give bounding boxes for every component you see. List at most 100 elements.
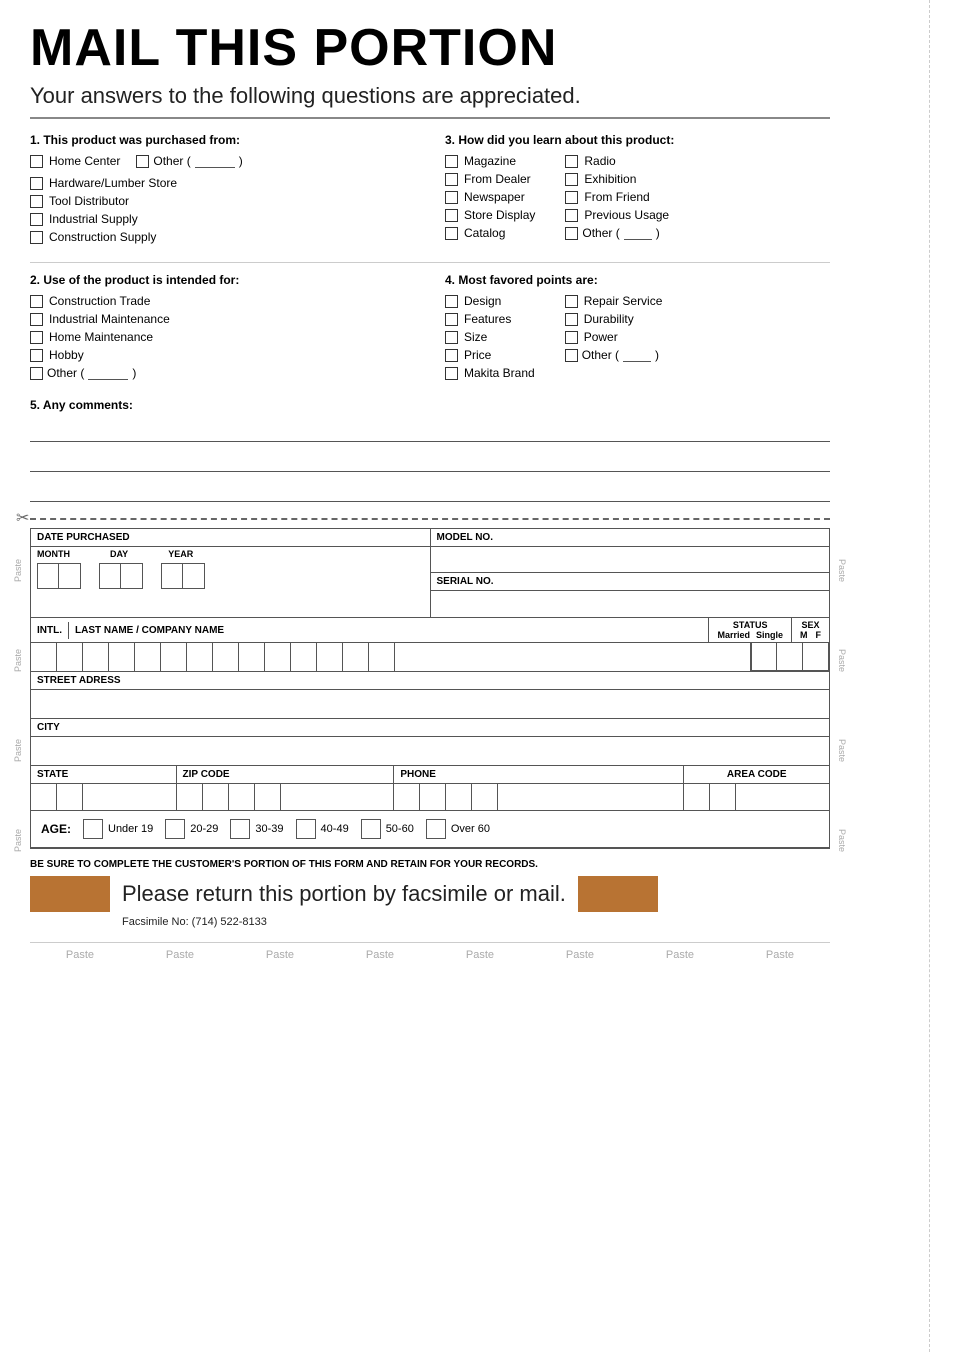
q1-construction-checkbox[interactable] [30,231,43,244]
age-over60-label: Over 60 [451,823,490,835]
age-40-49-checkbox[interactable] [296,819,316,839]
name-box[interactable] [369,643,395,671]
name-box[interactable] [187,643,213,671]
q1-industrial-label: Industrial Supply [49,212,138,226]
q2-construction-cb[interactable] [30,295,43,308]
phone-box[interactable] [394,784,420,810]
name-box[interactable] [395,643,421,671]
q1-hardware-checkbox[interactable] [30,177,43,190]
q3-newspaper-cb[interactable] [445,191,458,204]
q1-home-center-checkbox[interactable] [30,155,43,168]
age-30-39-checkbox[interactable] [230,819,250,839]
q4-other-cb[interactable] [565,349,578,362]
day-box-2[interactable] [121,563,143,589]
name-box[interactable] [265,643,291,671]
phone-box[interactable] [446,784,472,810]
street-input[interactable] [31,690,829,718]
q4-price-cb[interactable] [445,349,458,362]
age-under19-checkbox[interactable] [83,819,103,839]
phone-box[interactable] [498,784,524,810]
q1-tool-dist-checkbox[interactable] [30,195,43,208]
paste-right-3: Paste [837,739,847,762]
q2-hobby-cb[interactable] [30,349,43,362]
day-box-1[interactable] [99,563,121,589]
city-input[interactable] [31,737,829,765]
name-box[interactable] [109,643,135,671]
q3-store-display-cb[interactable] [445,209,458,222]
zip-box[interactable] [229,784,255,810]
q4-label: 4. Most favored points are: [445,273,830,287]
paste-bottom-6: Paste [566,949,594,961]
name-box[interactable] [135,643,161,671]
age-20-29-checkbox[interactable] [165,819,185,839]
zip-box[interactable] [281,784,307,810]
phone-box[interactable] [420,784,446,810]
month-box-2[interactable] [59,563,81,589]
model-no-input[interactable] [431,547,830,573]
q2-other-cb[interactable] [30,367,43,380]
q3-other-cb[interactable] [565,227,578,240]
comment-line-2[interactable] [30,450,830,472]
state-label: STATE [31,766,176,784]
paste-left-4: Paste [13,829,23,852]
comment-line-3[interactable] [30,480,830,502]
phone-box[interactable] [472,784,498,810]
year-box-1[interactable] [161,563,183,589]
q1-other-checkbox[interactable] [136,155,149,168]
state-box[interactable] [31,784,57,810]
area-box[interactable] [684,784,710,810]
state-box[interactable] [83,784,109,810]
age-over60-checkbox[interactable] [426,819,446,839]
q3-magazine-cb[interactable] [445,155,458,168]
q4-repair-cb[interactable] [565,295,578,308]
zip-box[interactable] [255,784,281,810]
age-label: AGE: [41,822,71,836]
name-box[interactable] [239,643,265,671]
q4-features-cb[interactable] [445,313,458,326]
status-label: STATUS [717,620,783,630]
q3-exhibition-cb[interactable] [565,173,578,186]
zip-box[interactable] [203,784,229,810]
name-box[interactable] [213,643,239,671]
street-label: STREET ADRESS [31,672,829,690]
paste-left-2: Paste [13,649,23,672]
q4-durability-cb[interactable] [565,313,578,326]
return-color-block-left [30,876,110,912]
q3-radio-cb[interactable] [565,155,578,168]
q3-from-dealer-cb[interactable] [445,173,458,186]
q3-prev-usage-cb[interactable] [565,209,578,222]
area-box[interactable] [736,784,762,810]
q4-design-cb[interactable] [445,295,458,308]
name-box[interactable] [343,643,369,671]
name-box[interactable] [161,643,187,671]
state-box[interactable] [57,784,83,810]
zip-box[interactable] [177,784,203,810]
q4-size-cb[interactable] [445,331,458,344]
comment-line-1[interactable] [30,420,830,442]
name-box[interactable] [57,643,83,671]
age-50-60-checkbox[interactable] [361,819,381,839]
q4-makita-cb[interactable] [445,367,458,380]
paste-bottom-2: Paste [166,949,194,961]
serial-no-input[interactable] [431,591,830,617]
sex-box[interactable] [803,643,829,671]
month-box-1[interactable] [37,563,59,589]
status-box-1[interactable] [751,643,777,671]
paste-right-4: Paste [837,829,847,852]
name-box[interactable] [31,643,57,671]
q4-power-cb[interactable] [565,331,578,344]
intl-label: INTL. [31,622,69,639]
right-border [929,0,930,1352]
name-box[interactable] [291,643,317,671]
q2-industrial-cb[interactable] [30,313,43,326]
q1-industrial-checkbox[interactable] [30,213,43,226]
name-box[interactable] [317,643,343,671]
area-box[interactable] [710,784,736,810]
year-box-2[interactable] [183,563,205,589]
status-box-2[interactable] [777,643,803,671]
q2-home-maint-cb[interactable] [30,331,43,344]
q3-catalog-cb[interactable] [445,227,458,240]
q3-from-friend-cb[interactable] [565,191,578,204]
q1-construction-label: Construction Supply [49,230,156,244]
name-box[interactable] [83,643,109,671]
